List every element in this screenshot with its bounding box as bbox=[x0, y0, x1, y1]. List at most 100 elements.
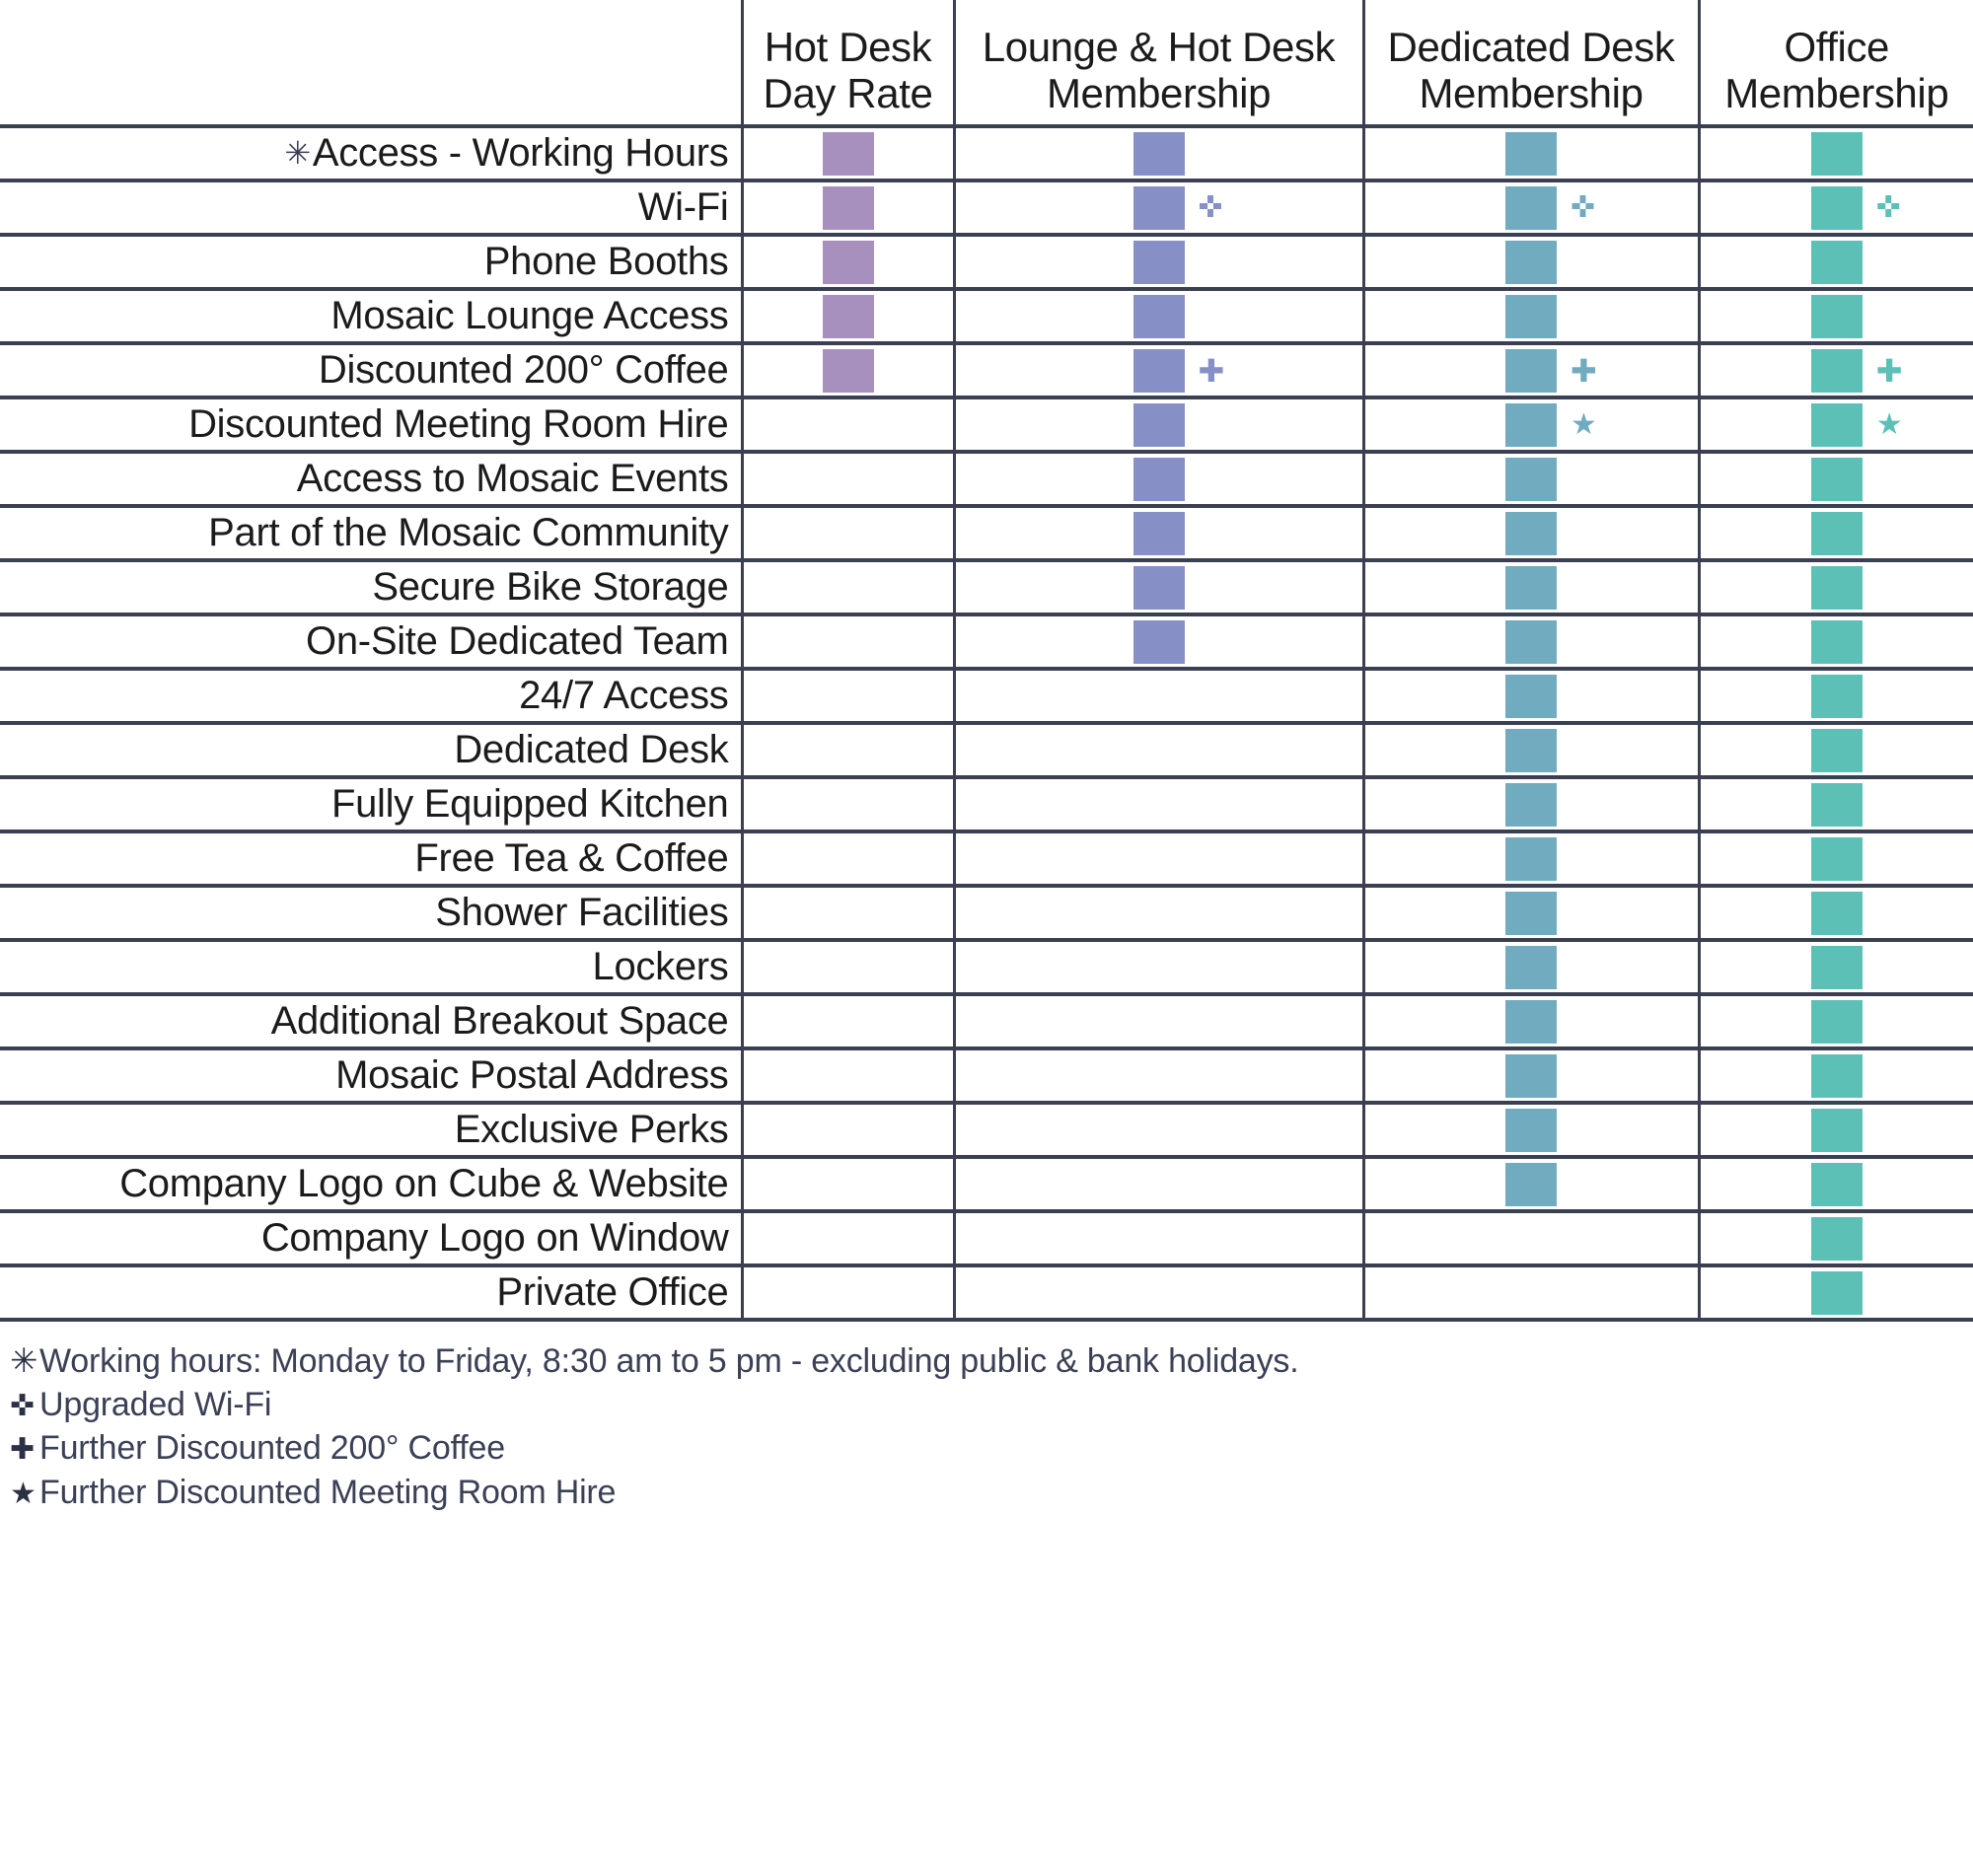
included-swatch bbox=[1810, 565, 1863, 610]
included-swatch bbox=[1810, 891, 1863, 935]
cell-content bbox=[956, 1163, 1362, 1206]
cell-content bbox=[744, 946, 953, 989]
cell-content bbox=[744, 185, 953, 230]
column-header-line1: Lounge & Hot Desk bbox=[982, 23, 1336, 70]
table-row: Discounted Meeting Room Hire ★ ★ bbox=[0, 396, 1973, 452]
upgraded-wifi-cross-icon: ✜ bbox=[1571, 189, 1596, 225]
cell-content bbox=[1701, 945, 1973, 989]
feature-cell-dedicated-desk-membership bbox=[1361, 1155, 1699, 1211]
cell-content bbox=[1365, 1271, 1698, 1315]
cell-content bbox=[744, 348, 953, 393]
cell-content bbox=[744, 1163, 953, 1206]
cell-content bbox=[956, 1109, 1362, 1152]
feature-label-cell: Exclusive Perks bbox=[0, 1101, 742, 1157]
feature-label: Wi-Fi bbox=[637, 185, 729, 229]
cell-content bbox=[1365, 999, 1698, 1044]
included-swatch bbox=[1810, 782, 1863, 827]
empty-swatch bbox=[823, 403, 874, 447]
included-swatch bbox=[1810, 999, 1863, 1044]
footnote-item: ✚ Further Discounted 200° Coffee bbox=[10, 1426, 1973, 1470]
cell-content bbox=[1365, 782, 1698, 827]
feature-cell-hot-desk-day-rate bbox=[740, 721, 954, 777]
footnote-text: Further Discounted 200° Coffee bbox=[39, 1429, 505, 1468]
header-row: Hot Desk Day Rate Lounge & Hot Desk Members… bbox=[0, 0, 1973, 126]
empty-swatch bbox=[1133, 1109, 1185, 1152]
feature-cell-hot-desk-day-rate bbox=[740, 830, 954, 886]
feature-label-cell: Shower Facilities bbox=[0, 884, 742, 940]
feature-cell-dedicated-desk-membership bbox=[1361, 558, 1699, 614]
column-header-line1: Hot Desk bbox=[764, 23, 932, 70]
feature-label: Shower Facilities bbox=[435, 891, 729, 934]
feature-cell-office-membership: ✜ bbox=[1697, 179, 1973, 235]
empty-swatch bbox=[823, 458, 874, 501]
feature-label-cell: Dedicated Desk bbox=[0, 721, 742, 777]
included-swatch bbox=[1505, 131, 1557, 176]
table-row: Secure Bike Storage bbox=[0, 558, 1973, 614]
table-row: Company Logo on Cube & Website bbox=[0, 1155, 1973, 1211]
feature-label: Exclusive Perks bbox=[454, 1108, 729, 1151]
cell-content: ✜ bbox=[1701, 185, 1973, 230]
feature-label: Company Logo on Cube & Website bbox=[119, 1162, 729, 1205]
included-swatch bbox=[1133, 619, 1185, 664]
footnote-glyph-icon: ★ bbox=[10, 1476, 37, 1511]
feature-cell-office-membership bbox=[1697, 721, 1973, 777]
cell-content bbox=[1701, 1053, 1973, 1098]
included-swatch bbox=[1810, 185, 1863, 230]
feature-cell-lounge-hot-desk-membership bbox=[952, 1155, 1363, 1211]
cell-content bbox=[744, 675, 953, 718]
feature-cell-hot-desk-day-rate bbox=[740, 396, 954, 452]
cell-content bbox=[744, 1217, 953, 1261]
feature-cell-lounge-hot-desk-membership bbox=[952, 1263, 1363, 1322]
cell-content bbox=[1365, 294, 1698, 338]
cell-content bbox=[956, 1217, 1362, 1261]
included-swatch bbox=[1133, 294, 1185, 338]
included-swatch bbox=[1133, 402, 1185, 447]
included-swatch bbox=[1505, 674, 1557, 718]
feature-cell-hot-desk-day-rate bbox=[740, 341, 954, 397]
empty-swatch bbox=[1133, 729, 1185, 772]
footnote-text: Further Discounted Meeting Room Hire bbox=[39, 1473, 617, 1511]
feature-cell-lounge-hot-desk-membership bbox=[952, 558, 1363, 614]
upgraded-wifi-cross-icon: ✜ bbox=[1198, 189, 1223, 225]
feature-label: Lockers bbox=[592, 945, 729, 988]
cell-content bbox=[1701, 782, 1973, 827]
included-swatch bbox=[1505, 619, 1557, 664]
cell-content bbox=[744, 783, 953, 827]
feature-label: Part of the Mosaic Community bbox=[208, 511, 729, 554]
empty-swatch bbox=[1133, 837, 1185, 881]
feature-cell-hot-desk-day-rate bbox=[740, 938, 954, 994]
feature-cell-dedicated-desk-membership bbox=[1361, 504, 1699, 560]
cell-content bbox=[956, 1000, 1362, 1044]
cell-content bbox=[1701, 131, 1973, 176]
feature-label: Company Logo on Window bbox=[260, 1216, 729, 1260]
cell-content bbox=[1701, 565, 1973, 610]
cell-content bbox=[1701, 294, 1973, 338]
included-swatch bbox=[1505, 294, 1557, 338]
footnote-text: Working hours: Monday to Friday, 8:30 am… bbox=[39, 1342, 1299, 1380]
feature-cell-office-membership bbox=[1697, 992, 1973, 1048]
empty-swatch bbox=[823, 1217, 874, 1261]
feature-cell-lounge-hot-desk-membership bbox=[952, 775, 1363, 831]
feature-cell-hot-desk-day-rate bbox=[740, 667, 954, 723]
empty-swatch bbox=[823, 1000, 874, 1044]
feature-label: Mosaic Lounge Access bbox=[330, 294, 729, 337]
feature-cell-office-membership bbox=[1697, 287, 1973, 343]
included-swatch bbox=[1810, 674, 1863, 718]
cell-content bbox=[956, 1054, 1362, 1098]
cell-content bbox=[1365, 836, 1698, 881]
cell-content bbox=[1365, 945, 1698, 989]
empty-swatch bbox=[1133, 1054, 1185, 1098]
feature-cell-lounge-hot-desk-membership bbox=[952, 667, 1363, 723]
cell-content: ★ bbox=[1365, 402, 1698, 447]
feature-cell-hot-desk-day-rate bbox=[740, 504, 954, 560]
included-swatch bbox=[1505, 511, 1557, 555]
cell-content bbox=[1701, 674, 1973, 718]
feature-cell-hot-desk-day-rate bbox=[740, 1101, 954, 1157]
feature-cell-hot-desk-day-rate bbox=[740, 233, 954, 289]
feature-cell-hot-desk-day-rate bbox=[740, 179, 954, 235]
feature-cell-hot-desk-day-rate bbox=[740, 613, 954, 669]
included-swatch bbox=[1133, 185, 1185, 230]
feature-cell-office-membership: ★ bbox=[1697, 396, 1973, 452]
table-row: 24/7 Access bbox=[0, 667, 1973, 723]
cell-content bbox=[1365, 457, 1698, 501]
